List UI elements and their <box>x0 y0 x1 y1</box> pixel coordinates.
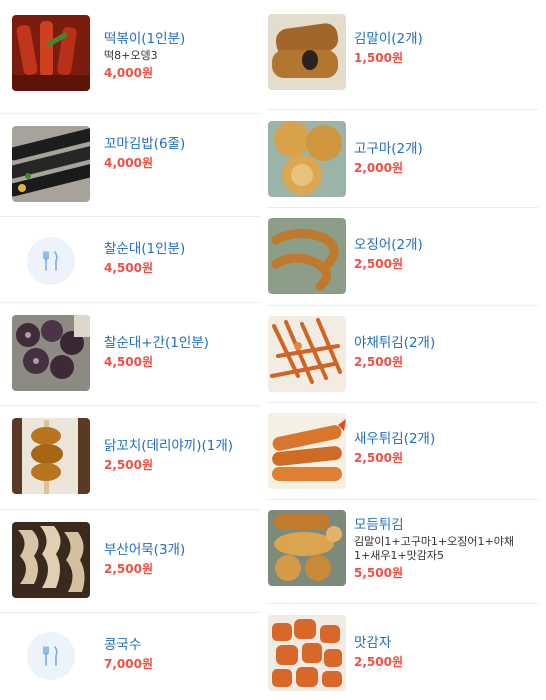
menu-item-name: 고구마(2개) <box>354 141 423 157</box>
menu-item-name: 떡볶이(1인분) <box>104 31 186 47</box>
menu-item-price: 4,000원 <box>104 66 153 80</box>
menu-item-price: 2,500원 <box>104 458 153 472</box>
menu-item-squid[interactable]: 오징어(2개) 2,500원 <box>266 208 538 306</box>
food-placeholder <box>27 237 75 285</box>
menu-item-price: 2,500원 <box>354 655 403 669</box>
menu-item-name: 찰순대+간(1인분) <box>104 335 209 351</box>
assorted-fritter-photo <box>268 510 346 586</box>
sundae-liver-photo <box>12 315 90 391</box>
menu-item-price: 2,000원 <box>354 161 403 175</box>
tteokbokki-photo <box>12 15 90 91</box>
menu-item-price: 4,500원 <box>104 355 153 369</box>
menu-item-price: 2,500원 <box>104 562 153 576</box>
menu-item-name: 모듬튀김 <box>354 517 404 533</box>
menu-item-seasoned-potato[interactable]: 맛감자 2,500원 <box>266 604 538 698</box>
menu-item-price: 4,500원 <box>104 261 153 275</box>
veggie-fritter-photo <box>268 316 346 392</box>
menu-item-price: 5,500원 <box>354 566 403 580</box>
fork-knife-icon <box>43 646 58 666</box>
menu-item-kongguksu[interactable]: 콩국수 7,000원 <box>0 613 260 697</box>
menu-item-goguma[interactable]: 고구마(2개) 2,000원 <box>266 110 538 208</box>
menu-column-left: 떡볶이(1인분) 떡8+오뎅3 4,000원 꼬마김밥(6줄) 4,000원 찰… <box>0 0 260 697</box>
menu-item-name: 꼬마김밥(6줄) <box>104 136 186 152</box>
fishcake-photo <box>12 522 90 598</box>
menu-item-assorted-fritter[interactable]: 모듬튀김 김말이1+고구마1+오징어1+야채1+새우1+맛감자5 5,500원 <box>266 500 538 604</box>
menu-item-description: 떡8+오뎅3 <box>104 49 158 62</box>
menu-item-veggie-fritter[interactable]: 야채튀김(2개) 2,500원 <box>266 306 538 403</box>
menu-item-fishcake[interactable]: 부산어묵(3개) 2,500원 <box>0 510 260 613</box>
menu-item-name: 부산어묵(3개) <box>104 542 186 558</box>
menu-item-description: 김말이1+고구마1+오징어1+야채1+새우1+맛감자5 <box>354 535 514 562</box>
menu-item-price: 2,500원 <box>354 355 403 369</box>
menu-item-name: 야채튀김(2개) <box>354 335 436 351</box>
menu-item-chicken-skewer[interactable]: 닭꼬치(데리야끼)(1개) 2,500원 <box>0 406 260 510</box>
shrimp-tempura-photo <box>268 413 346 489</box>
menu-item-name: 맛감자 <box>354 635 392 651</box>
menu-item-sundae[interactable]: 찰순대(1인분) 4,500원 <box>0 217 260 303</box>
menu-item-mini-kimbap[interactable]: 꼬마김밥(6줄) 4,000원 <box>0 114 260 217</box>
menu-item-tteokbokki[interactable]: 떡볶이(1인분) 떡8+오뎅3 4,000원 <box>0 0 260 114</box>
menu-item-name: 김말이(2개) <box>354 31 423 47</box>
menu-item-gimmari[interactable]: 김말이(2개) 1,500원 <box>266 0 538 110</box>
squid-photo <box>268 218 346 294</box>
menu-item-name: 콩국수 <box>104 637 142 653</box>
mini-kimbap-photo <box>12 126 90 202</box>
seasoned-potato-photo <box>268 615 346 691</box>
chicken-skewer-photo <box>12 418 90 494</box>
menu-item-price: 2,500원 <box>354 257 403 271</box>
menu-item-shrimp-tempura[interactable]: 새우튀김(2개) 2,500원 <box>266 403 538 500</box>
goguma-photo <box>268 121 346 197</box>
fork-knife-icon <box>43 251 58 271</box>
menu-item-name: 닭꼬치(데리야끼)(1개) <box>104 438 234 454</box>
menu-column-right: 김말이(2개) 1,500원 고구마(2개) 2,000원 오징어(2개) 2,… <box>266 0 538 698</box>
gimmari-photo <box>268 14 346 90</box>
menu-item-price: 4,000원 <box>104 156 153 170</box>
menu-item-name: 오징어(2개) <box>354 237 423 253</box>
menu-item-sundae-liver[interactable]: 찰순대+간(1인분) 4,500원 <box>0 303 260 406</box>
menu-item-price: 7,000원 <box>104 657 153 671</box>
food-placeholder <box>27 632 75 680</box>
menu-item-price: 2,500원 <box>354 451 403 465</box>
menu-item-name: 찰순대(1인분) <box>104 241 186 257</box>
menu-item-name: 새우튀김(2개) <box>354 431 436 447</box>
menu-item-price: 1,500원 <box>354 51 403 65</box>
